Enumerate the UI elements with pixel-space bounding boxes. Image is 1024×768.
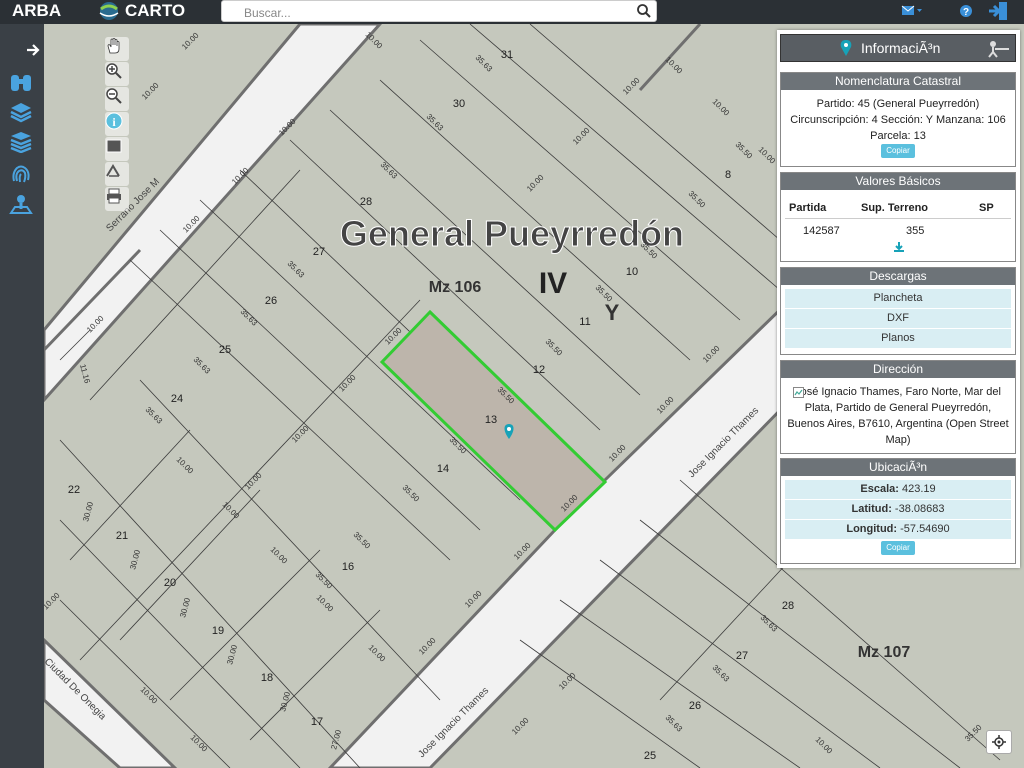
valores-section: Valores Básicos Partida Sup. Terreno SP … xyxy=(780,172,1016,262)
escala-value: 423.19 xyxy=(901,483,936,495)
section-label: Y xyxy=(605,300,620,325)
direccion-header: Dirección xyxy=(781,361,1015,378)
latitud-row: Latitud: -38.08683 xyxy=(785,500,1011,519)
parcel-number: 20 xyxy=(164,577,176,589)
sp-col-header: SP xyxy=(979,202,994,214)
panel-header: InformaciÃ³n xyxy=(780,34,1016,62)
select-box-icon[interactable] xyxy=(105,137,129,161)
sup-terreno-value: 355 xyxy=(906,225,925,237)
panel-title: InformaciÃ³n xyxy=(861,40,941,56)
parcel-number: 13 xyxy=(485,414,497,426)
search-icon[interactable] xyxy=(636,3,652,19)
parcel-number: 25 xyxy=(219,344,231,356)
fingerprint-icon[interactable] xyxy=(6,160,36,188)
escala-row: Escala: 423.19 xyxy=(785,480,1011,499)
carto-logo[interactable]: CARTO xyxy=(96,0,185,22)
parcel-number: 14 xyxy=(437,463,449,475)
logout-icon[interactable] xyxy=(986,0,1010,22)
parcel-number: 24 xyxy=(171,393,183,405)
parcel-number: 28 xyxy=(782,600,794,612)
copy-ubicacion-button[interactable]: Copiar xyxy=(881,541,915,555)
print-icon[interactable] xyxy=(105,187,129,211)
region-label: General Pueyrredón xyxy=(340,213,684,254)
parcel-number: 30 xyxy=(453,98,465,110)
plancheta-link[interactable]: Plancheta xyxy=(785,289,1011,308)
partido-line: Partido: 45 (General Pueyrredón) xyxy=(816,98,980,110)
nomenclatura-header: Nomenclatura Catastral xyxy=(781,73,1015,90)
zoom-out-icon[interactable] xyxy=(105,87,129,111)
planos-link[interactable]: Planos xyxy=(785,329,1011,348)
descargas-header: Descargas xyxy=(781,268,1015,285)
carto-logo-text: CARTO xyxy=(125,1,186,20)
parcela-line: Parcela: 13 xyxy=(870,130,926,142)
manzana-label-107: Mz 107 xyxy=(858,644,911,661)
binoculars-icon[interactable] xyxy=(6,68,36,96)
map-pin-user-icon[interactable] xyxy=(6,190,36,218)
parcel-number: 12 xyxy=(533,364,545,376)
arba-logo[interactable]: ARBA xyxy=(12,0,61,22)
ubicacion-header: UbicaciÃ³n xyxy=(781,459,1015,476)
help-icon[interactable]: ? xyxy=(958,0,974,22)
download-icon[interactable] xyxy=(893,241,905,253)
info-panel: InformaciÃ³n Nomenclatura Catastral Part… xyxy=(777,30,1020,568)
parcel-number: 26 xyxy=(265,295,277,307)
manzana-label-106: Mz 106 xyxy=(429,279,482,296)
left-toolbar xyxy=(0,24,44,768)
parcel-number: 27 xyxy=(736,650,748,662)
parcel-number: 19 xyxy=(212,625,224,637)
longitud-row: Longitud: -57.54690 xyxy=(785,520,1011,539)
parcel-number: 26 xyxy=(689,700,701,712)
dxf-link[interactable]: DXF xyxy=(785,309,1011,328)
descargas-section: Descargas Plancheta DXF Planos xyxy=(780,267,1016,355)
parcel-number: 21 xyxy=(116,530,128,542)
parcel-number: 17 xyxy=(311,716,323,728)
layers-stack-icon[interactable] xyxy=(6,128,36,156)
parcel-number: 28 xyxy=(360,196,372,208)
measure-icon[interactable] xyxy=(105,162,129,186)
location-pin-icon xyxy=(840,40,852,56)
longitud-value: -57.54690 xyxy=(900,523,950,535)
latitud-value: -38.08683 xyxy=(894,503,945,515)
pan-hand-icon[interactable] xyxy=(105,37,129,61)
direccion-section: Dirección José Ignacio Thames, Faro Nort… xyxy=(780,360,1016,454)
valores-header: Valores Básicos xyxy=(781,173,1015,190)
parcel-number: 27 xyxy=(313,246,325,258)
partida-value: 142587 xyxy=(803,225,840,237)
carto-globe-icon xyxy=(99,2,119,20)
parcel-number: 22 xyxy=(68,484,80,496)
circ-label: IV xyxy=(539,267,567,300)
parcel-number: 16 xyxy=(342,561,354,573)
partida-col-header: Partida xyxy=(789,202,827,214)
top-bar: ARBA CARTO ? xyxy=(0,0,1024,24)
parcel-number: 10 xyxy=(626,266,638,278)
parcel-number: 18 xyxy=(261,672,273,684)
svg-text:?: ? xyxy=(963,7,969,18)
layers-icon[interactable] xyxy=(6,98,36,126)
search-input[interactable] xyxy=(242,3,636,22)
mail-icon[interactable] xyxy=(900,0,924,22)
zoom-in-icon[interactable] xyxy=(105,62,129,86)
collapse-panel-icon[interactable] xyxy=(987,40,1011,58)
ubicacion-section: UbicaciÃ³n Escala: 423.19 Latitud: -38.0… xyxy=(780,458,1016,564)
search-box[interactable] xyxy=(221,0,657,22)
nomenclatura-section: Nomenclatura Catastral Partido: 45 (Gene… xyxy=(780,72,1016,167)
address-text: José Ignacio Thames, Faro Norte, Mar del… xyxy=(787,386,1009,446)
parcel-number: 8 xyxy=(725,169,731,181)
arrow-right-icon[interactable] xyxy=(24,38,42,62)
locate-me-icon[interactable] xyxy=(986,730,1012,754)
circunscripcion-line: Circunscripción: 4 Sección: Y Manzana: 1… xyxy=(790,114,1006,126)
parcel-number: 25 xyxy=(644,750,656,762)
broken-image-icon xyxy=(793,387,804,398)
parcel-number: 31 xyxy=(501,49,513,61)
parcel-number: 11 xyxy=(579,316,590,328)
info-icon[interactable]: i xyxy=(105,112,129,136)
sup-terreno-col-header: Sup. Terreno xyxy=(861,202,929,214)
copy-nomenclatura-button[interactable]: Copiar xyxy=(881,144,915,158)
